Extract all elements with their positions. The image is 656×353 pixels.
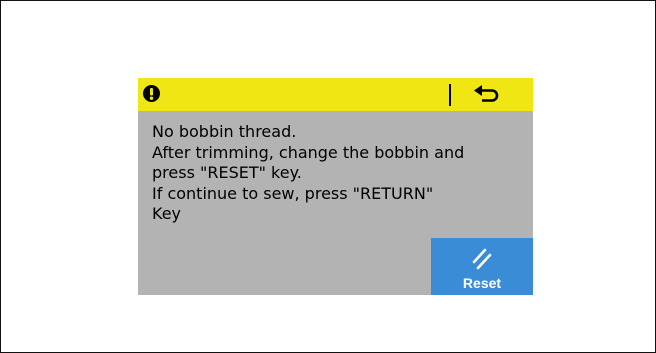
message-line: If continue to sew, press "RETURN" — [152, 183, 434, 203]
return-button[interactable] — [468, 80, 508, 109]
dialog-title-bar — [138, 78, 533, 111]
error-message: No bobbin thread. After trimming, change… — [152, 122, 522, 225]
error-dialog: No bobbin thread. After trimming, change… — [138, 78, 533, 295]
reset-button[interactable]: Reset — [431, 238, 533, 295]
message-line: No bobbin thread. — [152, 122, 297, 141]
message-line: Key — [152, 204, 182, 223]
screen-frame: No bobbin thread. After trimming, change… — [0, 0, 656, 353]
reset-button-label: Reset — [462, 275, 502, 291]
message-line: press "RESET" key. — [152, 163, 302, 182]
exclamation-circle-icon — [143, 85, 160, 102]
title-divider — [449, 84, 451, 106]
message-line: After trimming, change the bobbin and — [152, 142, 465, 162]
